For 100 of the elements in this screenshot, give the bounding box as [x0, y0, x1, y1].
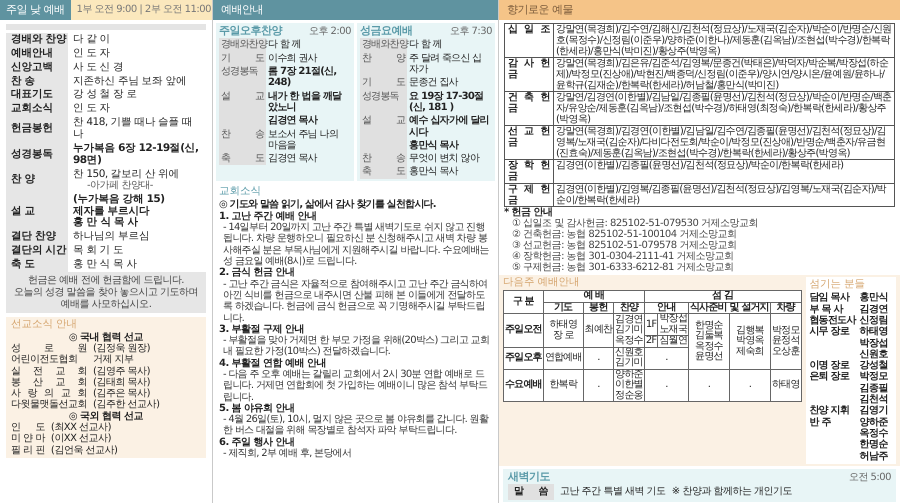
service-value: 고난 주간 특별 새벽 기도	[560, 486, 666, 498]
order-label: 성경봉독	[6, 142, 68, 168]
news-item-text: - 다음 주 오후 예배는 갈릴리 교회에서 2시 30분 연합 예배로 드립니다. 거제면 연합회에 첫 가입하는 예배이니 많은 참석 부탁드립니다.	[222, 369, 488, 403]
service-value: 예수 십자가에 달리시다	[408, 114, 490, 139]
service-label: 성경봉독	[360, 90, 407, 114]
table-header: 예 배	[543, 290, 644, 302]
news-item-text: - 제직회, 2부 예배 후, 본당에서	[222, 448, 352, 460]
service-value: 문종건 집사	[408, 76, 460, 90]
table-cell: .	[644, 347, 688, 370]
table-cell: 박장섭 노재국	[658, 314, 688, 336]
service-time: 오전 5:00	[848, 472, 891, 484]
service-note: ※ 찬양과 함께하는 개인기도	[672, 486, 792, 498]
service-times: 1부 오전 9:00 | 2부 오전 11:00	[70, 0, 212, 20]
table-cell: 하태영	[770, 369, 802, 402]
offering-label: 장 학 헌 금	[505, 160, 554, 183]
table-header: 찬양	[614, 302, 644, 314]
table-cell: 수요예배	[504, 369, 544, 402]
order-item: 강 성 철 장 로	[73, 89, 138, 102]
service-value: 이수희 권사	[267, 52, 318, 66]
service-label: 축 도	[219, 152, 266, 166]
role-label: 반 주	[810, 416, 832, 430]
news-item-title: 2. 금식 헌금 안내	[219, 267, 296, 279]
order-label: 축 도	[6, 258, 68, 272]
order-label: 경배와 찬양	[6, 33, 68, 47]
missionary-name: (김주한 선교사)	[93, 399, 160, 411]
mission-place: 인 도	[11, 422, 45, 434]
role-label: 협동전도사	[810, 314, 858, 326]
service-value: 다 함 께	[408, 38, 443, 52]
service-value: 롬 7장 21절(신, 248)	[267, 65, 338, 90]
panel-title: 예배안내	[213, 0, 498, 20]
role-label: 찬양 지휘	[810, 405, 850, 417]
service-title: 새벽기도	[508, 470, 550, 484]
table-cell: 최예찬	[583, 314, 614, 348]
account-line: ③ 선교헌금: 농협 825102-51-079578 거제소망교회	[512, 240, 738, 252]
order-item: 홍 만 식 목 사	[73, 259, 138, 271]
order-label: 설 교	[6, 192, 68, 230]
offering-names: 김경연(이한별)/김영복/김종필(윤명선)/김천석(정묘상)/김영복/노재국(김순자)/박순이/한복락(한세라)	[555, 184, 888, 206]
missionary-name: (김주은 목사)	[93, 388, 150, 400]
order-item: 누가복음 6장 12-19절(신, 98면)	[73, 142, 200, 167]
missionary-name: (최XX 선교사)	[50, 422, 112, 434]
order-item: 찬 150, 갈보리 산 위에	[73, 168, 180, 180]
person-names: 강성철	[860, 360, 890, 372]
order-label: 교회소식	[6, 102, 68, 116]
person-names: 박정모 김종필 김천석	[860, 371, 890, 406]
news-item-text: - 부활절을 맞아 거제면 한 부모 가정을 위해(20박스) 그리고 교회 내 필요한 가정(10박스) 전달하겠습니다.	[222, 335, 490, 358]
mission-place: 성 로 원	[11, 342, 87, 354]
order-label: 결단의 시간	[6, 244, 68, 258]
news-item-title: 4. 부활절 연합 예배 안내	[219, 358, 328, 369]
table-cell: 신원호 김기미	[614, 347, 644, 370]
table-header: 구 분	[504, 290, 544, 314]
table-cell: 박정모 윤정석 오상훈	[770, 314, 802, 370]
mission-place: 어린이전도협회	[11, 354, 78, 366]
order-label: 찬 송	[6, 74, 68, 88]
offering-names: 강말연(목경희)/김은유/김준석/김영복/문종건(박태은)/박덕자/박순복/박장섭(하순제)/박정모(진상애)/박현진/백종덕/신정림(이준우)/양시연/양시온/윤예원/윤하나/윤학규(김재순)/한복락(한세라)/허남철/홍만식(박미진)	[555, 58, 890, 91]
role-label: 담임 목사	[810, 292, 851, 304]
order-label: 신앙고백	[6, 60, 68, 75]
role-label: 시무 장로	[810, 326, 850, 340]
order-item: 목 회 기 도	[73, 245, 125, 258]
order-label: 찬 양	[6, 168, 68, 193]
table-cell: 한복락	[543, 369, 584, 402]
service-time: 오후 2:00	[308, 26, 351, 38]
service-label: 찬 양	[360, 52, 407, 76]
order-label: 대표기도	[6, 88, 68, 102]
table-header: 섬 김	[644, 290, 802, 302]
mission-place: 필 리 핀	[11, 444, 45, 456]
service-value: 주 달려 죽으신 십자가	[408, 52, 483, 76]
service-label: 기 도	[219, 52, 266, 66]
missionary-name: (이XX 선교사)	[50, 433, 112, 445]
section-title: 다음주 예배안내	[503, 277, 580, 290]
service-value: 요 19장 17-30절(신, 181 )	[408, 90, 484, 114]
news-item-title: 1. 고난 주간 예배 안내	[219, 210, 318, 222]
service-label: 찬 송	[219, 128, 266, 152]
service-label: 기 도	[360, 76, 407, 90]
offering-label: 건 축 헌 금	[505, 92, 554, 125]
service-time: 오후 7:30	[450, 26, 492, 38]
mission-group-title: ◎ 국내 협력 선교	[68, 332, 144, 343]
table-cell: 2F	[644, 336, 658, 348]
order-item: 찬 418, 기쁠 때나 슬플 때나	[73, 117, 194, 141]
service-title: 주일오후찬양	[219, 25, 282, 38]
table-header: 식사준비 및 설거지	[688, 302, 770, 314]
service-label: 축 도	[360, 165, 407, 179]
mission-place: 미 얀 마	[11, 433, 45, 445]
mission-place: 실 전 교 회	[11, 366, 87, 377]
table-cell: .	[688, 369, 730, 402]
account-line: ④ 장학헌금: 농협 301-0304-2111-41 거제소망교회	[512, 251, 735, 262]
section-title: 선교소식 안내	[11, 318, 78, 331]
offering-names: 강말연(목경희)/김수연/김해신/김천석(정묘상)/노재국(김순자)/박순이/반명순/신원호(목정수)/신정림(이준우)/양하준(이한나)/제동훈(김옥남)/조현섭(박수경)/한복락(한세라)/홍만식(박미진)/황상주(박영옥)	[555, 24, 892, 57]
service-value: 김경연 목사	[267, 114, 319, 128]
service-label: 경배와찬양	[219, 38, 266, 52]
table-cell: .	[644, 369, 688, 402]
guide-title: * 헌금 안내	[504, 207, 554, 218]
order-item: 인 도 자	[73, 48, 112, 60]
order-item: 하나님의 부르심	[73, 231, 150, 244]
table-cell: .	[583, 369, 614, 402]
table-cell: 주일오전	[504, 314, 544, 348]
service-value: 홍만식 목사	[408, 138, 460, 152]
person-names: 김영기	[860, 405, 890, 417]
service-value: 무엇이 변치 않아	[408, 152, 481, 166]
table-header: 안내	[644, 302, 688, 314]
order-label: 결단 찬양	[6, 230, 68, 244]
